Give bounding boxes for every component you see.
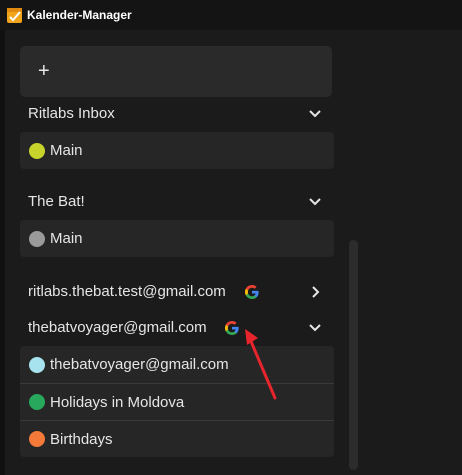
calendar-color-dot — [29, 394, 45, 410]
chevron-right-icon[interactable] — [308, 285, 322, 299]
google-icon — [245, 285, 259, 299]
calendar-name: Main — [50, 142, 83, 159]
calendar-name: thebatvoyager@gmail.com — [50, 356, 229, 373]
group-header-the-bat[interactable]: The Bat! — [28, 191, 328, 213]
calendar-row[interactable]: Main — [20, 220, 334, 257]
calendar-card-thebatvoyager: thebatvoyager@gmail.com Holidays in Mold… — [20, 346, 334, 457]
google-icon — [225, 321, 239, 335]
group-name: Ritlabs Inbox — [28, 105, 115, 122]
group-name: The Bat! — [28, 193, 85, 210]
annotation-arrow-icon — [245, 329, 277, 400]
group-name: ritlabs.thebat.test@gmail.com — [28, 283, 226, 300]
app-icon — [7, 8, 22, 23]
add-calendar-button[interactable] — [20, 46, 332, 97]
window-title: Kalender-Manager — [27, 8, 132, 22]
plus-icon[interactable]: + — [38, 61, 50, 81]
chevron-down-icon[interactable] — [308, 321, 322, 335]
calendar-color-dot — [29, 431, 45, 447]
calendar-card-the-bat: Main — [20, 220, 334, 257]
calendar-card-ritlabs-inbox: Main — [20, 132, 334, 169]
calendar-color-dot — [29, 356, 45, 373]
calendar-name: Main — [50, 230, 83, 247]
group-header-ritlabs-inbox[interactable]: Ritlabs Inbox — [28, 103, 328, 125]
group-header-ritlabs-thebat-test[interactable]: ritlabs.thebat.test@gmail.com — [28, 281, 328, 303]
calendar-row[interactable]: Main — [20, 132, 334, 169]
calendar-color-dot — [29, 230, 45, 247]
calendar-color-dot — [29, 142, 45, 159]
calendar-row[interactable]: thebatvoyager@gmail.com — [20, 346, 334, 383]
chevron-down-icon[interactable] — [308, 195, 322, 209]
title-bar: Kalender-Manager — [0, 0, 462, 30]
calendar-row[interactable]: Birthdays — [20, 420, 334, 457]
vertical-scrollbar[interactable] — [349, 240, 358, 470]
scroll-clip — [20, 97, 340, 105]
group-name: thebatvoyager@gmail.com — [28, 319, 207, 336]
chevron-down-icon[interactable] — [308, 107, 322, 121]
calendar-row[interactable]: Holidays in Moldova — [20, 383, 334, 420]
calendar-name: Birthdays — [50, 430, 113, 448]
calendar-name: Holidays in Moldova — [50, 393, 185, 411]
